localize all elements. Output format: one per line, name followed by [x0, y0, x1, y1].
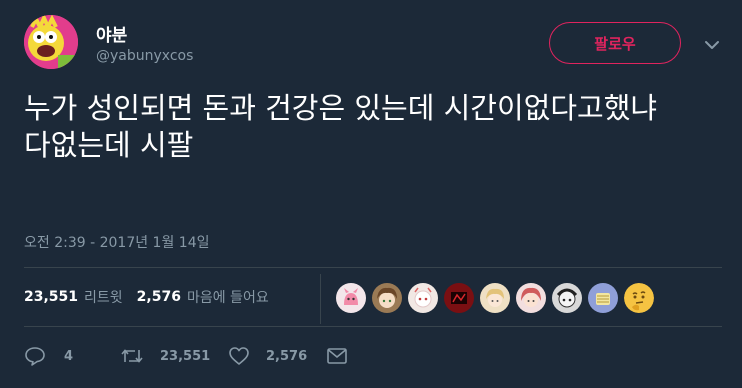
- reply-count: 4: [64, 348, 74, 364]
- liker-avatar[interactable]: [552, 283, 582, 313]
- cartoon-character-avatar-icon: [24, 15, 78, 69]
- reply-button[interactable]: 4: [24, 346, 120, 366]
- direct-message-button[interactable]: [326, 347, 348, 365]
- stats-separator: [320, 274, 321, 324]
- liker-avatar[interactable]: [336, 283, 366, 313]
- heart-icon: [229, 347, 249, 365]
- chevron-down-icon[interactable]: [703, 36, 721, 54]
- pink-creature-avatar-icon: [336, 283, 366, 313]
- envelope-icon: [327, 348, 347, 364]
- tweet-stats: 23,551 리트윗 2,576 마음에 들어요: [24, 287, 269, 307]
- blue-illustration-avatar-icon: [588, 283, 618, 313]
- red-hair-anime-avatar-icon: [516, 283, 546, 313]
- anime-girl-brown-hair-avatar-icon: [372, 283, 402, 313]
- tweet-actions: 4 23,551 2,576: [24, 346, 348, 366]
- likes-count[interactable]: 2,576: [137, 289, 181, 305]
- retweets-count[interactable]: 23,551: [24, 289, 78, 305]
- user-avatar[interactable]: [24, 15, 78, 69]
- liker-avatar[interactable]: [444, 283, 474, 313]
- divider-bottom: [24, 326, 722, 327]
- like-button[interactable]: 2,576: [228, 346, 326, 366]
- liker-avatar[interactable]: [372, 283, 402, 313]
- like-count: 2,576: [266, 348, 308, 364]
- tweet-timestamp[interactable]: 오전 2:39 - 2017년 1월 14일: [24, 232, 210, 252]
- user-display-name[interactable]: 야분: [96, 21, 127, 46]
- thinking-face-emoji-avatar-icon: [624, 283, 654, 313]
- tweet-text: 누가 성인되면 돈과 건강은 있는데 시간이없다고했냐 다없는데 시팔: [24, 91, 658, 162]
- retweet-icon: [121, 349, 143, 363]
- liker-avatar[interactable]: [588, 283, 618, 313]
- reply-icon: [25, 347, 45, 366]
- retweets-label[interactable]: 리트윗: [84, 287, 123, 307]
- liker-avatar[interactable]: [516, 283, 546, 313]
- liker-avatar[interactable]: [624, 283, 654, 313]
- retweet-button[interactable]: 23,551: [120, 346, 228, 366]
- divider-top: [24, 267, 722, 268]
- user-handle[interactable]: @yabunyxcos: [96, 48, 193, 64]
- likes-label[interactable]: 마음에 들어요: [187, 287, 269, 307]
- likers-avatar-list: [336, 283, 654, 313]
- retweet-count: 23,551: [160, 348, 211, 364]
- liker-avatar[interactable]: [408, 283, 438, 313]
- white-anime-avatar-icon: [408, 283, 438, 313]
- follow-button[interactable]: 팔로우: [549, 22, 681, 64]
- red-dark-art-avatar-icon: [444, 283, 474, 313]
- manga-sketch-avatar-icon: [552, 283, 582, 313]
- blonde-anime-avatar-icon: [480, 283, 510, 313]
- liker-avatar[interactable]: [480, 283, 510, 313]
